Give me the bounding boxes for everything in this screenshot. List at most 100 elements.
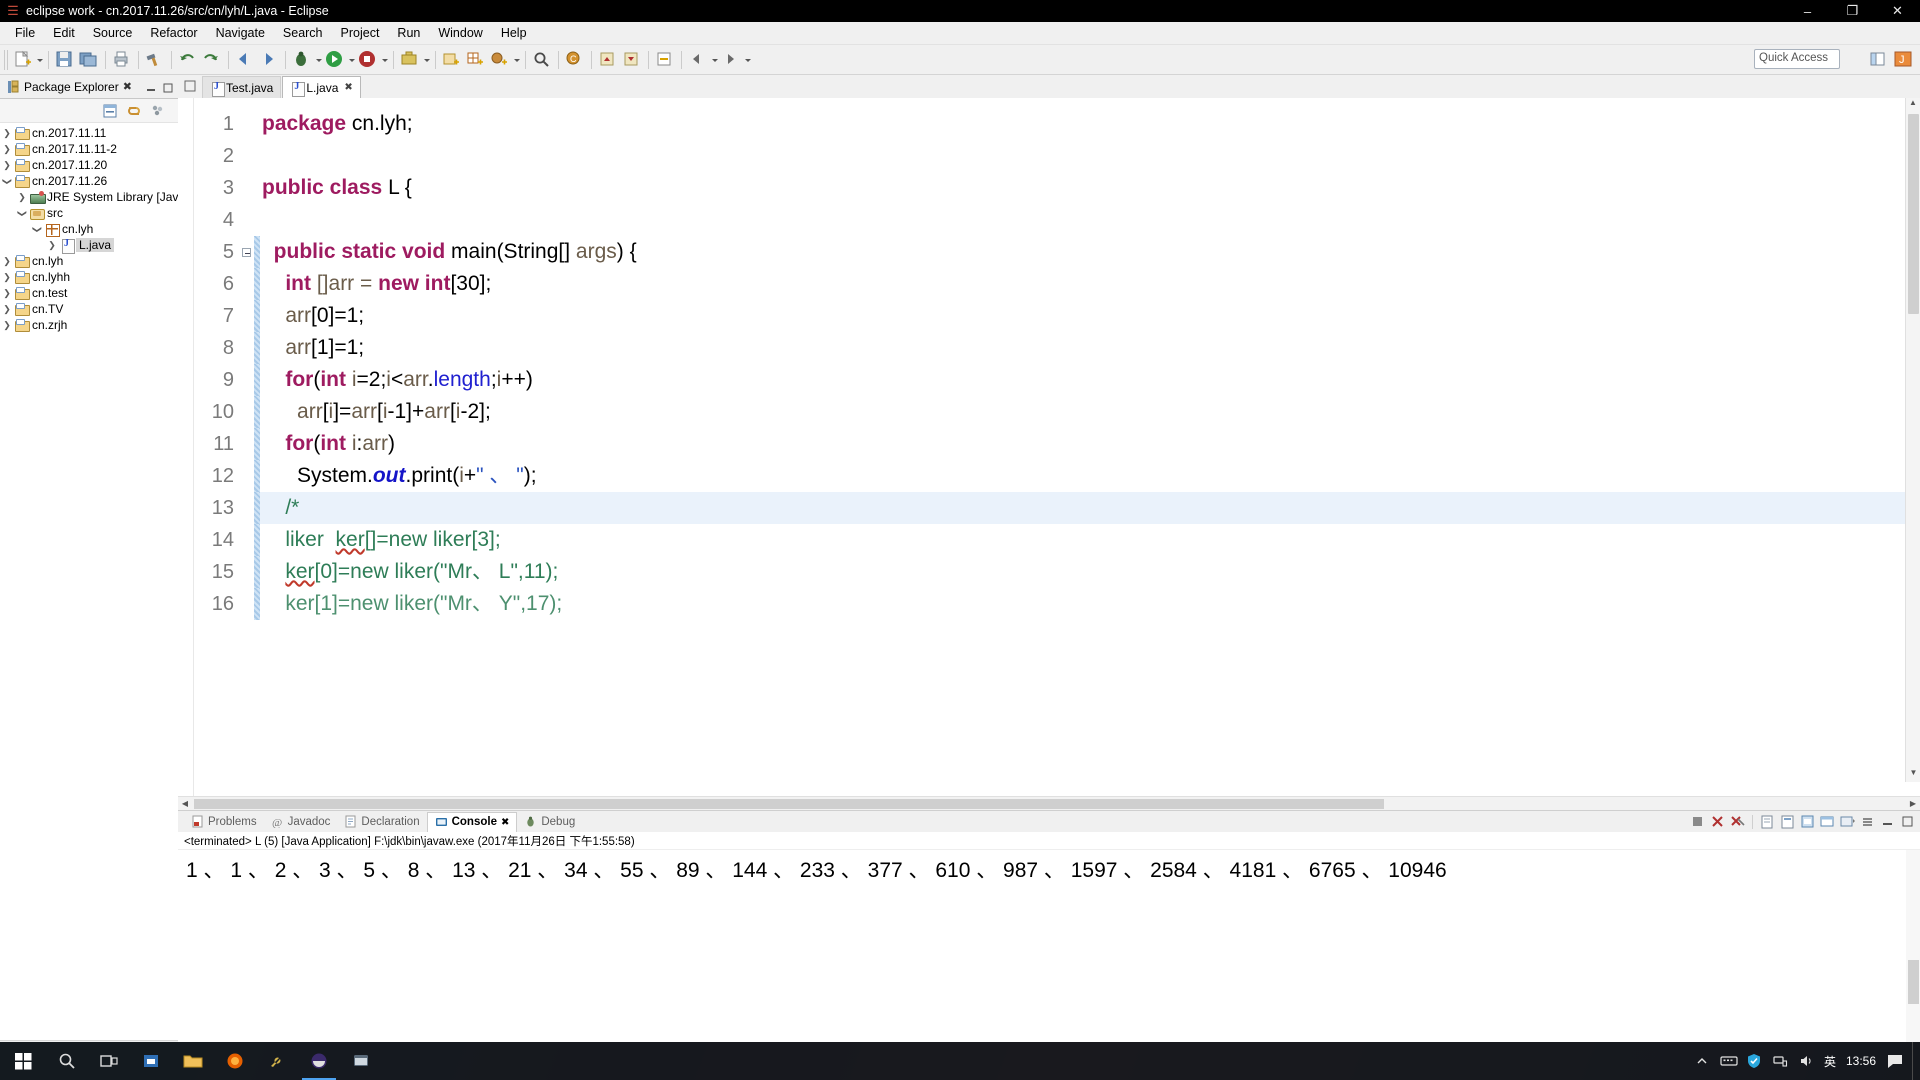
menu-item-file[interactable]: File [6, 23, 44, 43]
scroll-thumb[interactable] [1908, 114, 1919, 314]
taskbar-item-firefox[interactable] [214, 1042, 256, 1080]
code-line[interactable] [260, 204, 1920, 236]
scroll-up-icon[interactable]: ▲ [1906, 98, 1920, 112]
scroll-thumb[interactable] [194, 799, 1384, 809]
code-text[interactable]: package cn.lyh; public class L { public s… [260, 98, 1920, 796]
console-tab-debug[interactable]: Debug [517, 812, 582, 832]
new-package-icon[interactable] [465, 49, 487, 71]
tree-item[interactable]: ❯ cn.lyh [0, 253, 178, 269]
tree-item[interactable]: ❯ cn.zrjh [0, 317, 178, 333]
close-tab-icon[interactable]: ✖ [501, 817, 509, 828]
last-edit-icon[interactable] [654, 49, 676, 71]
terminate-icon[interactable] [1689, 813, 1706, 830]
open-perspective-icon[interactable] [1867, 48, 1889, 70]
chevron-right-icon[interactable]: ❯ [0, 128, 14, 139]
code-line[interactable]: public class L { [260, 172, 1920, 204]
search-icon[interactable] [531, 49, 553, 71]
chevron-right-icon[interactable]: ❯ [15, 192, 29, 203]
code-line[interactable]: for(int i:arr) [260, 428, 1920, 460]
chevron-right-icon[interactable]: ❯ [0, 320, 14, 331]
clock[interactable]: 13:56 [1846, 1054, 1876, 1068]
close-tab-icon[interactable]: ✖ [344, 82, 352, 93]
chevron-right-icon[interactable]: ❯ [0, 160, 14, 171]
editor-hscrollbar[interactable]: ◀ ▶ [178, 796, 1920, 810]
editor-body[interactable]: 1 2 3 4 5 6 7 8 9 10 11 12 13 14 15 16 package cn.lyh; p… [178, 98, 1920, 796]
redo-icon[interactable] [201, 49, 223, 71]
forward-icon[interactable] [258, 49, 280, 71]
chevron-right-icon[interactable]: ❯ [0, 256, 14, 267]
chevron-right-icon[interactable]: ❯ [0, 288, 14, 299]
chevron-down-icon[interactable]: ❯ [17, 206, 28, 220]
tree-item[interactable]: ❯ cn.lyhh [0, 269, 178, 285]
scroll-down-icon[interactable]: ▼ [1906, 768, 1920, 782]
minimize-view-icon[interactable] [145, 81, 157, 93]
clear-console-icon[interactable] [1759, 813, 1776, 830]
console-tab-problems[interactable]: Problems [184, 812, 264, 832]
code-line[interactable]: arr[i]=arr[i-1]+arr[i-2]; [260, 396, 1920, 428]
new-java-project-icon[interactable] [441, 49, 463, 71]
code-line[interactable]: ker[0]=new liker("Mr、 L",11); [260, 556, 1920, 588]
chevron-down-icon[interactable] [380, 49, 389, 71]
editor-vscrollbar[interactable]: ▲ ▼ [1905, 98, 1920, 782]
console-tab-declaration[interactable]: Declaration [337, 812, 426, 832]
java-perspective-icon[interactable]: J [1892, 48, 1914, 70]
coverage-icon[interactable] [357, 49, 379, 71]
scroll-lock-icon[interactable] [1779, 813, 1796, 830]
volume-icon[interactable] [1798, 1053, 1814, 1069]
taskbar-item-eclipse[interactable] [298, 1042, 340, 1080]
chevron-down-icon[interactable]: ❯ [32, 222, 43, 236]
chevron-down-icon[interactable]: ❯ [2, 174, 13, 188]
menu-item-run[interactable]: Run [388, 23, 429, 43]
console-vscrollbar[interactable] [1906, 850, 1920, 1042]
scroll-right-icon[interactable]: ▶ [1906, 799, 1920, 808]
chevron-down-icon[interactable] [422, 49, 431, 71]
chevron-right-icon[interactable]: ❯ [0, 272, 14, 283]
run-icon[interactable] [324, 49, 346, 71]
next-annotation-icon[interactable] [597, 49, 619, 71]
menu-item-window[interactable]: Window [429, 23, 491, 43]
minimize-button[interactable]: – [1785, 0, 1830, 22]
menu-item-source[interactable]: Source [84, 23, 142, 43]
tree-item[interactable]: ❯ L.java [0, 237, 178, 254]
scroll-left-icon[interactable]: ◀ [178, 799, 192, 808]
display-selected-console-icon[interactable] [1819, 813, 1836, 830]
code-line[interactable]: System.out.print(i+" 、 "); [260, 460, 1920, 492]
menu-item-search[interactable]: Search [274, 23, 332, 43]
menu-item-help[interactable]: Help [492, 23, 536, 43]
ime-indicator[interactable]: 英 [1824, 1053, 1836, 1070]
editor-tab-l-java[interactable]: L.java ✖ [282, 76, 361, 98]
external-tools-icon[interactable] [399, 49, 421, 71]
chevron-down-icon[interactable] [512, 49, 521, 71]
chevron-up-icon[interactable] [1694, 1053, 1710, 1069]
scroll-thumb[interactable] [1908, 960, 1919, 1004]
taskbar-item-task-view[interactable] [88, 1042, 130, 1080]
chevron-down-icon[interactable] [347, 49, 356, 71]
taskbar-item-tool[interactable] [256, 1042, 298, 1080]
project-tree[interactable]: ❯ cn.2017.11.11 ❯ cn.2017.11.11-2 ❯ cn.2017.1… [0, 123, 178, 1040]
menu-item-refactor[interactable]: Refactor [141, 23, 206, 43]
chevron-right-icon[interactable]: ❯ [45, 240, 59, 251]
tree-item[interactable]: ❯ cn.test [0, 285, 178, 301]
link-with-editor-icon[interactable] [126, 103, 142, 119]
shield-icon[interactable] [1746, 1053, 1762, 1069]
collapse-all-icon[interactable] [102, 103, 118, 119]
start-button[interactable] [0, 1042, 46, 1080]
forward-history-icon[interactable] [720, 49, 742, 71]
code-line[interactable] [260, 140, 1920, 172]
quick-access-input[interactable]: Quick Access [1754, 49, 1840, 69]
open-type-icon[interactable]: C [564, 49, 586, 71]
show-desktop-button[interactable] [1912, 1042, 1920, 1080]
tree-item[interactable]: ❯ cn.2017.11.11 [0, 125, 178, 141]
remove-launch-icon[interactable] [1709, 813, 1726, 830]
chevron-right-icon[interactable]: ❯ [0, 304, 14, 315]
tree-item[interactable]: ❯ cn.2017.11.11-2 [0, 141, 178, 157]
console-menu-icon[interactable] [1859, 813, 1876, 830]
menu-item-navigate[interactable]: Navigate [207, 23, 274, 43]
tree-item[interactable]: ❯ cn.2017.11.20 [0, 157, 178, 173]
code-line[interactable]: liker ker[]=new liker[3]; [260, 524, 1920, 556]
code-line[interactable]: public static void main(String[] args) { [260, 236, 1920, 268]
console-output[interactable]: 1 、 1 、 2 、 3 、 5 、 8 、 13 、 21 、 34 、 5… [178, 850, 1920, 1042]
prev-annotation-icon[interactable] [621, 49, 643, 71]
maximize-console-icon[interactable] [1899, 813, 1916, 830]
close-view-icon[interactable]: ✖ [123, 80, 132, 93]
